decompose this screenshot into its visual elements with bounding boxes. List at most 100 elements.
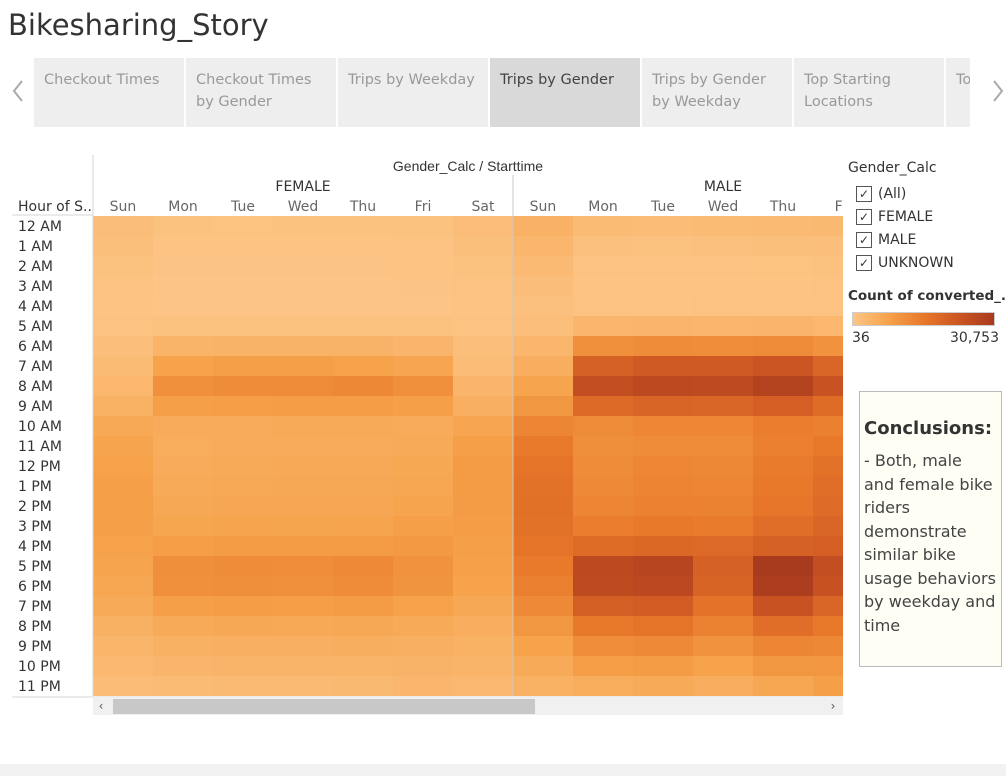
heatmap-cell	[513, 296, 573, 316]
heatmap-cell	[813, 596, 843, 616]
checkbox[interactable]: ✓	[856, 231, 872, 248]
nav-left-arrow[interactable]	[8, 76, 28, 106]
filter-item-label: MALE	[878, 231, 917, 248]
heatmap-cell	[573, 576, 633, 596]
heatmap-cell	[333, 236, 393, 256]
column-label: Tue	[230, 199, 255, 215]
heatmap-cell	[513, 316, 573, 336]
heatmap-cell	[693, 556, 753, 576]
heatmap-cell	[693, 216, 753, 236]
row-label: 4 PM	[18, 539, 52, 555]
heatmap-cell	[753, 396, 813, 416]
heatmap-cell	[453, 376, 513, 396]
heatmap-cell	[273, 656, 333, 676]
heatmap-cell	[513, 556, 573, 576]
conclusions-text: - Both, male and female bike riders demo…	[864, 451, 996, 635]
group-label: MALE	[704, 179, 742, 195]
heatmap-cell	[273, 436, 333, 456]
heatmap-cell	[93, 216, 153, 236]
heatmap-cell	[273, 376, 333, 396]
heatmap-cell	[393, 376, 453, 396]
heatmap-cell	[453, 236, 513, 256]
heatmap-cell	[393, 296, 453, 316]
legend-panel: Gender_Calc ✓ (All) ✓ FEMALE ✓ MALE ✓ UNKNOWN C…	[848, 160, 1006, 346]
heatmap-cell	[453, 576, 513, 596]
column-label: Sun	[110, 199, 137, 215]
heatmap-cell	[693, 356, 753, 376]
filter-item[interactable]: ✓ MALE	[856, 228, 1006, 251]
heatmap-cell	[453, 556, 513, 576]
story-title: Bikesharing_Story	[8, 8, 269, 42]
heatmap-cell	[273, 316, 333, 336]
heatmap-cell	[573, 396, 633, 416]
heatmap-cell	[513, 456, 573, 476]
heatmap-cell	[813, 316, 843, 336]
heatmap-cell	[213, 356, 273, 376]
heatmap-cell	[573, 336, 633, 356]
heatmap-cell	[93, 456, 153, 476]
scroll-thumb[interactable]	[113, 699, 535, 714]
heatmap-cell	[513, 496, 573, 516]
checkbox[interactable]: ✓	[856, 208, 872, 225]
tab-4[interactable]: Trips by Gender by Weekday	[642, 58, 792, 127]
heatmap-cell	[333, 516, 393, 536]
heatmap-cell	[813, 376, 843, 396]
heatmap-cell	[753, 616, 813, 636]
checkbox[interactable]: ✓	[856, 254, 872, 271]
heatmap-cell	[633, 536, 693, 556]
heatmap-cell	[153, 436, 213, 456]
heatmap-cell	[453, 456, 513, 476]
heatmap-cell	[273, 516, 333, 536]
heatmap-cell	[453, 476, 513, 496]
heatmap-cell	[513, 236, 573, 256]
heatmap-cell	[693, 576, 753, 596]
heatmap-cell	[693, 276, 753, 296]
heatmap-cell	[693, 416, 753, 436]
heatmap-cell	[573, 676, 633, 696]
heatmap-cell	[573, 596, 633, 616]
heatmap-cell	[513, 356, 573, 376]
filter-item[interactable]: ✓ (All)	[856, 182, 1006, 205]
heatmap-cell	[213, 376, 273, 396]
filter-item[interactable]: ✓ FEMALE	[856, 205, 1006, 228]
tab-1[interactable]: Checkout Times by Gender	[186, 58, 336, 127]
tab-2[interactable]: Trips by Weekday	[338, 58, 488, 127]
heatmap-cell	[393, 316, 453, 336]
filter-item-label: (All)	[878, 185, 907, 202]
checkbox[interactable]: ✓	[856, 185, 872, 202]
heatmap-cell	[273, 216, 333, 236]
heatmap-cell	[753, 296, 813, 316]
heatmap-cell	[213, 276, 273, 296]
row-label: 1 AM	[18, 239, 53, 255]
heatmap-cell	[93, 356, 153, 376]
scroll-left-button[interactable]: ‹	[93, 697, 109, 715]
heatmap-cell	[213, 596, 273, 616]
tab-0[interactable]: Checkout Times	[34, 58, 184, 127]
tab-3[interactable]: Trips by Gender	[490, 58, 640, 127]
heatmap-cell	[213, 236, 273, 256]
heatmap-cell	[453, 496, 513, 516]
heatmap-cell	[213, 476, 273, 496]
heatmap-cell	[633, 276, 693, 296]
heatmap-cell	[153, 336, 213, 356]
heatmap-cell	[633, 576, 693, 596]
nav-right-arrow[interactable]	[988, 76, 1006, 106]
heatmap-cell	[333, 636, 393, 656]
scroll-right-button[interactable]: ›	[825, 697, 841, 715]
heatmap-cell	[213, 656, 273, 676]
heatmap-cell	[333, 296, 393, 316]
heatmap-cell	[93, 596, 153, 616]
filter-item-label: FEMALE	[878, 208, 934, 225]
heatmap-cell	[513, 616, 573, 636]
heatmap-cell	[753, 216, 813, 236]
tab-6[interactable]: Top Loc	[946, 58, 970, 127]
heatmap-cell	[453, 256, 513, 276]
heatmap-cell	[813, 656, 843, 676]
heatmap-cell	[213, 216, 273, 236]
scrollbar-horizontal[interactable]: ‹ ›	[93, 697, 843, 715]
heatmap-cell	[633, 436, 693, 456]
heatmap-cell	[573, 476, 633, 496]
filter-item[interactable]: ✓ UNKNOWN	[856, 251, 1006, 274]
heatmap-cell	[633, 416, 693, 436]
tab-5[interactable]: Top Starting Locations	[794, 58, 944, 127]
